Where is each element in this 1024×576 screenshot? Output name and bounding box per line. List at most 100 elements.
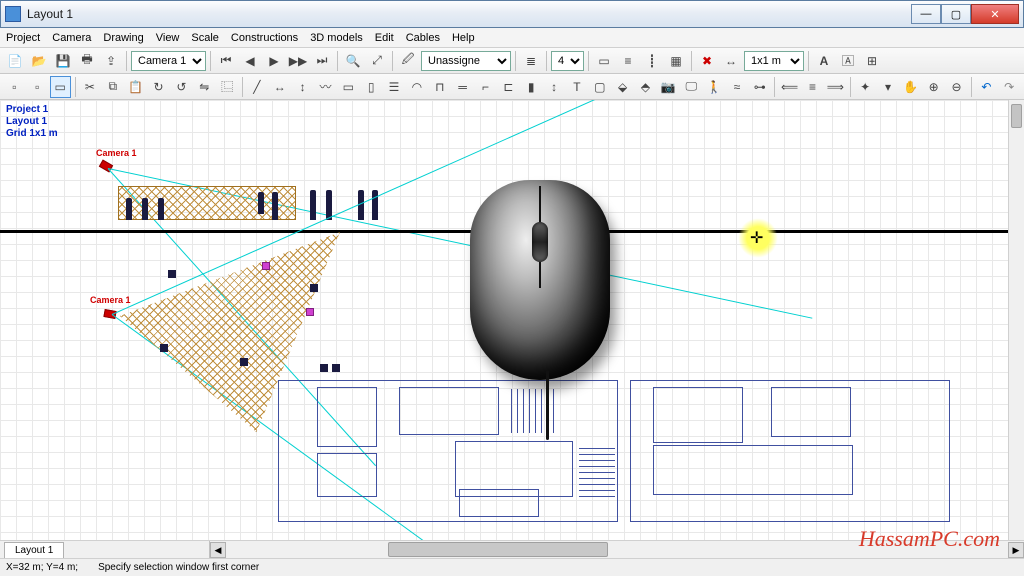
cut-icon[interactable]: ✂ — [80, 76, 101, 98]
snap-menu-icon[interactable]: ▾ — [878, 76, 899, 98]
menu-camera[interactable]: Camera — [52, 32, 91, 44]
menu-constructions[interactable]: Constructions — [231, 32, 298, 44]
model-object[interactable] — [310, 284, 318, 292]
minimize-button[interactable]: — — [911, 4, 941, 24]
style-d-icon[interactable]: ▦ — [665, 50, 687, 72]
text-tool-icon[interactable]: A — [813, 50, 835, 72]
horizontal-scrollbar[interactable]: ◀ ▶ — [210, 541, 1024, 558]
paste-icon[interactable]: 📋 — [125, 76, 146, 98]
zoom-out-icon[interactable]: ⊖ — [946, 76, 967, 98]
model-person[interactable] — [158, 198, 164, 220]
style-b-icon[interactable]: ≡ — [617, 50, 639, 72]
style-c-icon[interactable]: ┋ — [641, 50, 663, 72]
dim-v-icon[interactable]: ↕ — [292, 76, 313, 98]
monitor-icon[interactable]: 🖵 — [681, 76, 702, 98]
export-icon[interactable]: ⇪ — [100, 50, 122, 72]
open-icon[interactable]: 📂 — [28, 50, 50, 72]
align-right-icon[interactable]: ⟹ — [825, 76, 846, 98]
rect-tool-icon[interactable]: ▭ — [338, 76, 359, 98]
height-tool-icon[interactable]: ↕ — [544, 76, 565, 98]
model-object[interactable] — [320, 364, 328, 372]
undo-icon[interactable]: ↶ — [976, 76, 997, 98]
door-tool-icon[interactable]: ⌐ — [475, 76, 496, 98]
nav-prev-icon[interactable]: ◀ — [239, 50, 261, 72]
box-tool-icon[interactable]: ▢ — [589, 76, 610, 98]
rotate-ccw-icon[interactable]: ↺ — [171, 76, 192, 98]
wall-tool-icon[interactable]: ═ — [452, 76, 473, 98]
save-icon[interactable]: 💾 — [52, 50, 74, 72]
grid-size-select[interactable]: 1x1 m — [744, 51, 804, 71]
close-button[interactable]: ✕ — [971, 4, 1019, 24]
rect2-tool-icon[interactable]: ▯ — [361, 76, 382, 98]
snap-icon[interactable]: ✦ — [855, 76, 876, 98]
rotate-cw-icon[interactable]: ↻ — [148, 76, 169, 98]
mirror-icon[interactable]: ⇋ — [194, 76, 215, 98]
text2-tool-icon[interactable]: T — [567, 76, 588, 98]
model-object[interactable] — [168, 270, 176, 278]
menu-help[interactable]: Help — [452, 32, 475, 44]
scroll-left-icon[interactable]: ◀ — [210, 542, 226, 558]
window-tool-icon[interactable]: ⊏ — [498, 76, 519, 98]
model-person[interactable] — [258, 192, 264, 214]
dim-h-icon[interactable]: ↔ — [269, 76, 290, 98]
model-person[interactable] — [142, 198, 148, 220]
zoom-in-icon[interactable]: ⊕ — [923, 76, 944, 98]
tool-new-icon[interactable]: ▫ — [4, 76, 25, 98]
menu-3d-models[interactable]: 3D models — [310, 32, 363, 44]
pan-icon[interactable]: ✋ — [900, 76, 921, 98]
maximize-button[interactable]: ▢ — [941, 4, 971, 24]
group-icon[interactable]: ⿺ — [217, 76, 238, 98]
line-color-icon[interactable]: 🖉 — [397, 50, 419, 72]
print-icon[interactable]: 🖶 — [76, 50, 98, 72]
model-person[interactable] — [272, 192, 278, 220]
zoom-window-icon[interactable]: 🔍 — [342, 50, 364, 72]
marker2-tool-icon[interactable]: ⬘ — [635, 76, 656, 98]
menu-drawing[interactable]: Drawing — [103, 32, 143, 44]
grid-icon[interactable]: ⊞ — [861, 50, 883, 72]
align-left-icon[interactable]: ⟸ — [779, 76, 800, 98]
model-person[interactable] — [126, 198, 132, 220]
menu-project[interactable]: Project — [6, 32, 40, 44]
dimension-icon[interactable]: ↔ — [720, 50, 742, 72]
redo-icon[interactable]: ↷ — [999, 76, 1020, 98]
cable2-tool-icon[interactable]: ⊶ — [749, 76, 770, 98]
marker-tool-icon[interactable]: ⬙ — [612, 76, 633, 98]
nav-play-icon[interactable]: ▶ — [263, 50, 285, 72]
column-tool-icon[interactable]: ▮ — [521, 76, 542, 98]
delete-icon[interactable]: ✖ — [696, 50, 718, 72]
new-icon[interactable]: 📄 — [4, 50, 26, 72]
menu-edit[interactable]: Edit — [375, 32, 394, 44]
layer-select[interactable]: Unassigne — [421, 51, 511, 71]
menu-view[interactable]: View — [156, 32, 180, 44]
vertical-scrollbar[interactable] — [1008, 100, 1024, 540]
scroll-right-icon[interactable]: ▶ — [1008, 542, 1024, 558]
nav-next-icon[interactable]: ▶▶ — [287, 50, 309, 72]
camera-select[interactable]: Camera 1 — [131, 51, 206, 71]
copy-icon[interactable]: ⧉ — [102, 76, 123, 98]
tool-folder-icon[interactable]: ▫ — [27, 76, 48, 98]
drawing-canvas[interactable]: Project 1 Layout 1 Grid 1x1 m Camera 1 C… — [0, 100, 1008, 540]
sheet-tab[interactable]: Layout 1 — [4, 542, 64, 558]
camera-tool-icon[interactable]: 📷 — [658, 76, 679, 98]
list-icon[interactable]: ≣ — [520, 50, 542, 72]
model-person[interactable] — [310, 190, 316, 220]
model-object[interactable] — [332, 364, 340, 372]
nav-first-icon[interactable]: ⏮ — [215, 50, 237, 72]
floorplan-building-1[interactable] — [278, 380, 618, 522]
text-box-icon[interactable]: 🄰 — [837, 50, 859, 72]
nav-last-icon[interactable]: ⏭ — [311, 50, 333, 72]
fence-tool-icon[interactable]: ⊓ — [429, 76, 450, 98]
select-tool-icon[interactable]: ▭ — [50, 76, 71, 98]
model-object[interactable] — [262, 262, 270, 270]
menu-cables[interactable]: Cables — [406, 32, 440, 44]
floorplan-building-2[interactable] — [630, 380, 950, 522]
arc-tool-icon[interactable]: ◠ — [406, 76, 427, 98]
model-object[interactable] — [306, 308, 314, 316]
zoom-extents-icon[interactable]: ⤢ — [366, 50, 388, 72]
model-object[interactable] — [160, 344, 168, 352]
polyline-icon[interactable]: 〰 — [315, 76, 336, 98]
model-object[interactable] — [240, 358, 248, 366]
staircase-icon[interactable]: ☰ — [384, 76, 405, 98]
person-tool-icon[interactable]: 🚶 — [704, 76, 725, 98]
line-width-select[interactable]: 4 — [551, 51, 584, 71]
